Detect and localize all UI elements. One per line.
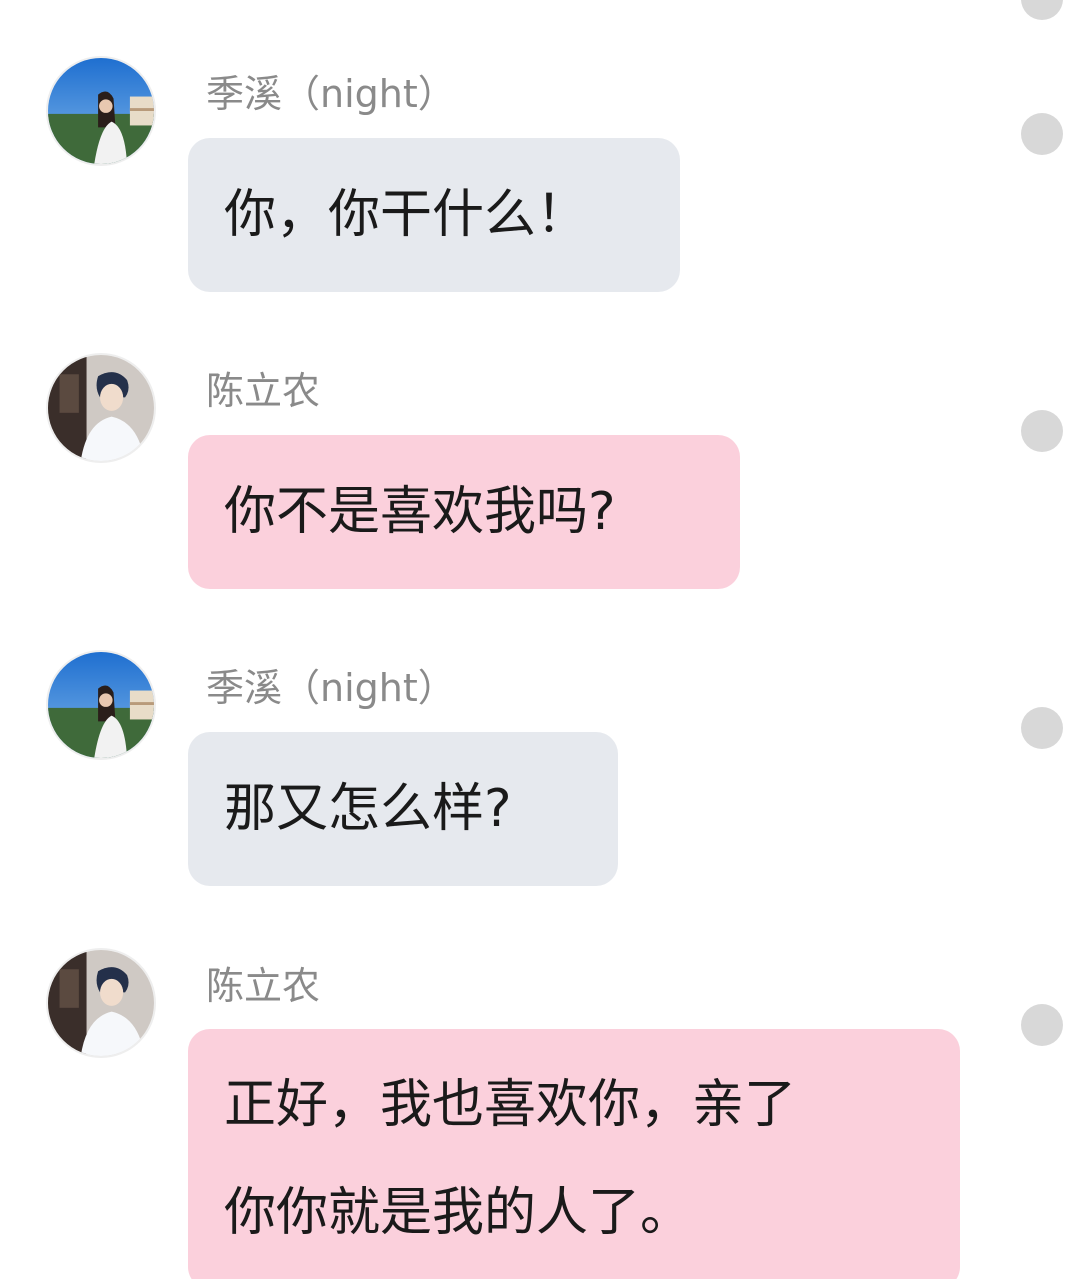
status-dot[interactable] (1021, 707, 1063, 749)
boy-avatar-image (48, 950, 154, 1056)
sender-name: 季溪（night） (206, 666, 456, 710)
message-bubble[interactable]: 那又怎么样? (188, 732, 618, 886)
status-dot[interactable] (1021, 113, 1063, 155)
message-bubble[interactable]: 正好，我也喜欢你，亲了 你你就是我的人了。 (188, 1029, 960, 1279)
boy-avatar-image (48, 355, 154, 461)
girl-avatar-image (48, 58, 154, 164)
avatar[interactable] (46, 650, 156, 760)
message-bubble[interactable]: 你，你干什么！ (188, 138, 680, 292)
girl-avatar-image (48, 652, 154, 758)
status-dot[interactable] (1021, 410, 1063, 452)
status-dot[interactable] (1021, 1004, 1063, 1046)
message-bubble[interactable]: 你不是喜欢我吗? (188, 435, 740, 589)
status-dot[interactable] (1021, 0, 1063, 20)
sender-name: 陈立农 (206, 369, 321, 413)
message-line: 正好，我也喜欢你，亲了 (224, 1075, 797, 1135)
avatar[interactable] (46, 353, 156, 463)
chat-thread: 季溪（night） 你，你干什么！ 陈立农 你不是喜欢我吗? 季溪（night）… (0, 0, 1080, 1279)
sender-name: 季溪（night） (206, 72, 456, 116)
avatar[interactable] (46, 56, 156, 166)
message-line: 你你就是我的人了。 (224, 1183, 693, 1243)
sender-name: 陈立农 (206, 964, 321, 1008)
avatar[interactable] (46, 948, 156, 1058)
